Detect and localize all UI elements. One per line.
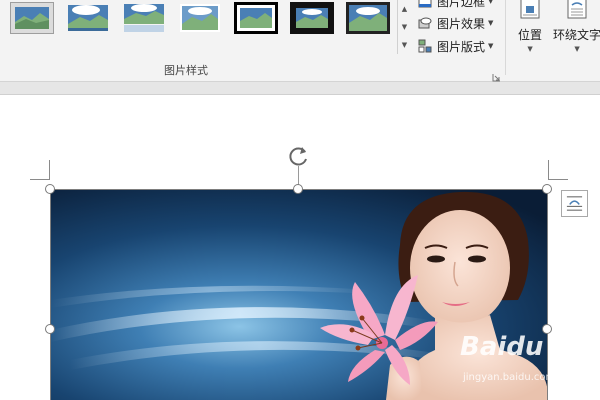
picture-layout-icon	[418, 39, 432, 53]
chevron-down-icon: ▼	[488, 19, 494, 27]
chevron-down-icon: ▼	[488, 0, 494, 5]
rotation-connector	[298, 166, 299, 186]
picture-style-4[interactable]	[178, 2, 222, 34]
picture-style-3[interactable]	[122, 2, 166, 34]
margin-mark-top-left	[30, 179, 50, 180]
picture-style-5[interactable]	[234, 2, 278, 34]
selected-picture[interactable]	[50, 190, 548, 400]
layout-options-button[interactable]	[561, 190, 588, 217]
picture-effects-icon	[418, 16, 432, 30]
picture-styles-group-label: 图片样式	[164, 64, 208, 77]
picture-style-2[interactable]	[66, 2, 110, 34]
picture-style-6[interactable]	[290, 2, 334, 34]
position-icon	[519, 0, 541, 22]
picture-styles-gallery	[8, 0, 393, 40]
wrap-text-label: 环绕文字	[553, 28, 600, 42]
resize-handle-top-middle[interactable]	[293, 184, 303, 194]
gallery-scroll-up-button[interactable]: ▲	[397, 0, 411, 18]
position-label: 位置	[518, 28, 543, 42]
margin-mark-top-left	[49, 160, 50, 180]
dialog-launcher-icon[interactable]	[492, 67, 501, 82]
gallery-more-button[interactable]: ▼	[397, 36, 411, 54]
margin-mark-top-right	[548, 179, 568, 180]
rotate-handle-icon[interactable]	[288, 145, 310, 167]
picture-style-1[interactable]	[10, 2, 54, 34]
resize-handle-top-right[interactable]	[542, 184, 552, 194]
gallery-scroll-down-button[interactable]: ▼	[397, 18, 411, 36]
chevron-down-icon: ▼	[574, 45, 580, 53]
ribbon: ▲ ▼ ▼ 图片边框 ▼ 图片效果 ▼ 图片版式 ▼ 图片样式 位置 ▼ 环绕文…	[0, 0, 600, 82]
ribbon-bottom-strip	[0, 82, 600, 95]
picture-border-label: 图片边框	[437, 0, 486, 9]
wrap-text-icon	[566, 0, 588, 22]
group-separator	[505, 0, 506, 75]
resize-handle-top-left[interactable]	[45, 184, 55, 194]
picture-style-7[interactable]	[346, 2, 390, 34]
chevron-down-icon: ▼	[527, 45, 533, 53]
resize-handle-middle-left[interactable]	[45, 324, 55, 334]
picture-border-button[interactable]: 图片边框 ▼	[418, 0, 493, 10]
picture-effects-label: 图片效果	[437, 16, 486, 31]
chevron-down-icon: ▼	[488, 42, 494, 50]
gallery-scroll: ▲ ▼ ▼	[397, 0, 411, 56]
margin-mark-top-right	[548, 160, 549, 180]
picture-layout-label: 图片版式	[437, 39, 486, 54]
wrap-text-button[interactable]: 环绕文字 ▼	[553, 0, 600, 53]
position-button[interactable]: 位置 ▼	[518, 0, 542, 53]
picture-layout-button[interactable]: 图片版式 ▼	[418, 37, 493, 55]
picture-effects-button[interactable]: 图片效果 ▼	[418, 14, 493, 32]
resize-handle-middle-right[interactable]	[542, 324, 552, 334]
picture-border-icon	[418, 0, 432, 8]
